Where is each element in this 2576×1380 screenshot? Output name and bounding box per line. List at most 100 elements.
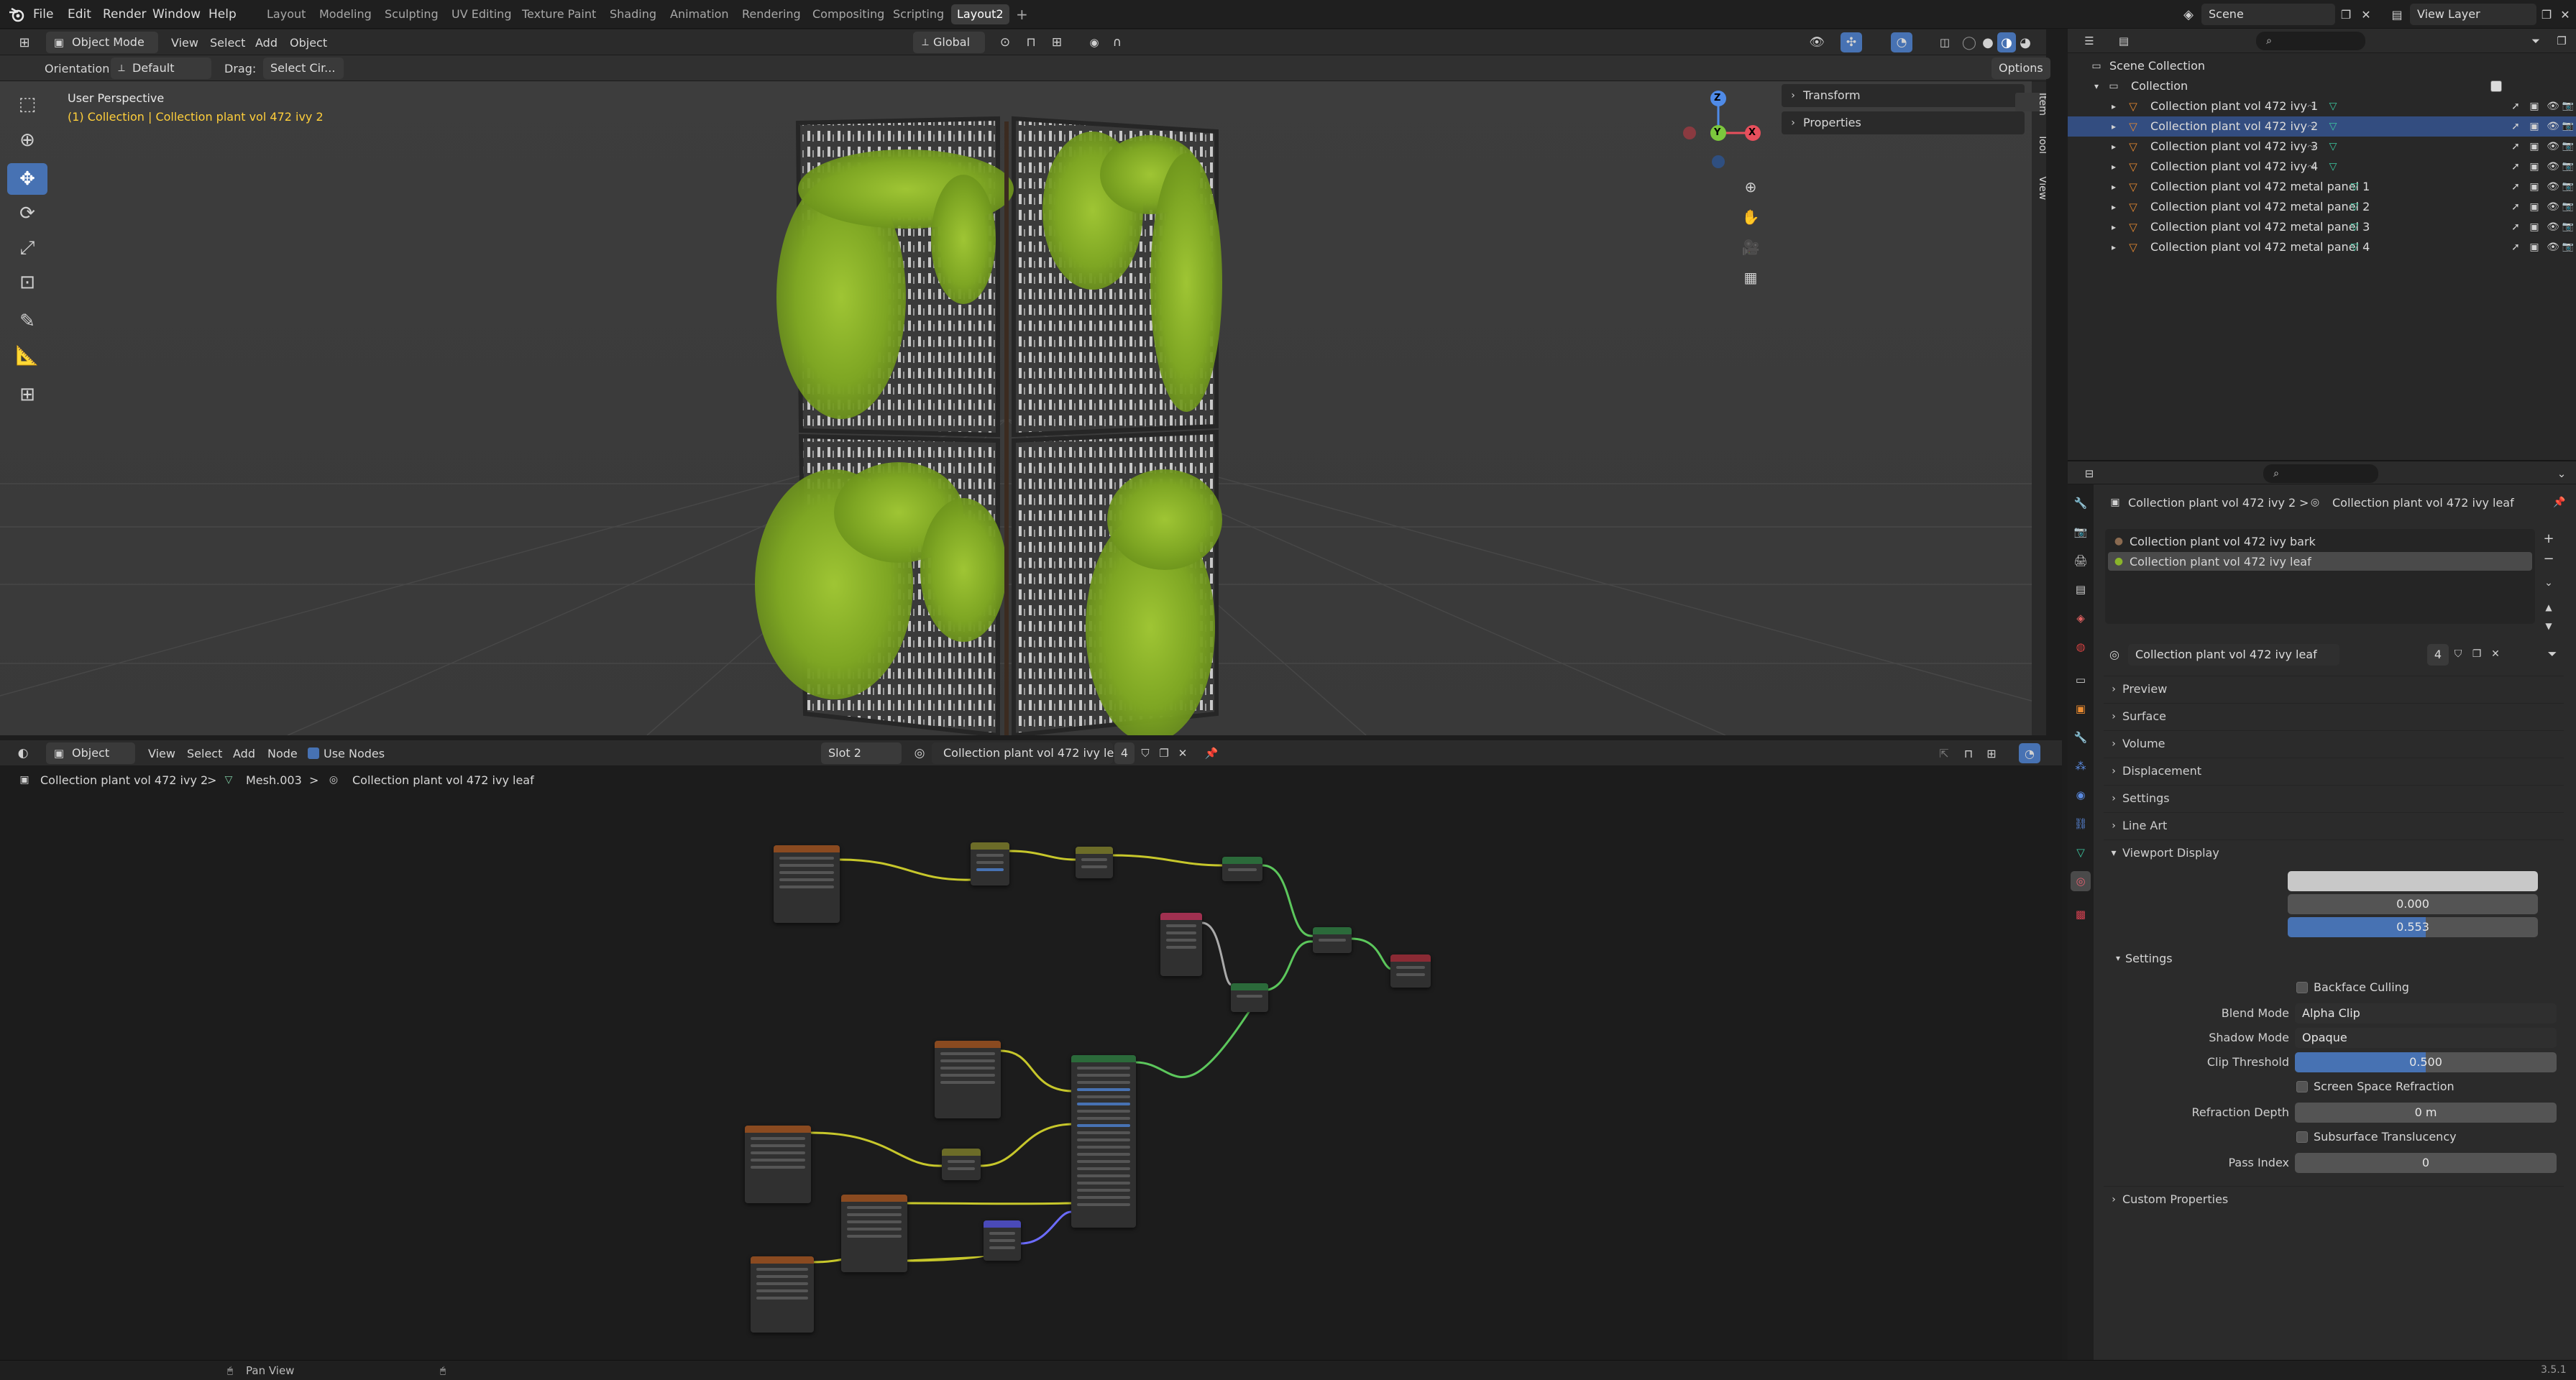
menu-window[interactable]: Window bbox=[152, 0, 201, 29]
panel-surface[interactable]: Surface › bbox=[2104, 703, 2564, 729]
material-slot-bark[interactable]: ● Collection plant vol 472 ivy bark bbox=[2108, 532, 2532, 551]
selectable-icon[interactable]: ➚ bbox=[2508, 158, 2524, 175]
physics-tab-icon[interactable]: ◉ bbox=[2071, 785, 2091, 805]
node-editor-canvas[interactable]: ▣ Collection plant vol 472 ivy 2 > ▽ Mes… bbox=[0, 766, 2062, 1360]
node-material-output[interactable] bbox=[1390, 954, 1431, 988]
camera-render-icon[interactable]: 📷 bbox=[2561, 198, 2575, 216]
editor-type-icon[interactable]: ⊞ bbox=[10, 32, 39, 53]
new-collection-icon[interactable]: ❐ bbox=[2551, 32, 2572, 50]
eye-icon[interactable]: 👁 bbox=[2545, 178, 2561, 196]
workspace-tab-texture-paint[interactable]: Texture Paint bbox=[516, 4, 602, 24]
chevron-right-icon[interactable]: ▸ bbox=[2108, 239, 2119, 256]
texture-tab-icon[interactable]: ▩ bbox=[2071, 904, 2091, 924]
shading-solid-icon[interactable]: ● bbox=[1979, 32, 1997, 52]
outliner-item[interactable]: ▸ ▽ Collection plant vol 472 metal panel 4… bbox=[2068, 237, 2576, 257]
outliner-collection[interactable]: ▾ ▭ Collection bbox=[2068, 76, 2576, 96]
panel-volume[interactable]: Volume › bbox=[2104, 730, 2564, 756]
camera-view-icon[interactable]: 🎥 bbox=[1738, 235, 1763, 259]
node-menu-add[interactable]: Add bbox=[233, 747, 255, 760]
duplicate-material-icon[interactable]: ❐ bbox=[1155, 743, 1173, 763]
collection-tab-icon[interactable]: ▭ bbox=[2071, 670, 2091, 690]
selectable-icon[interactable]: ➚ bbox=[2508, 138, 2524, 155]
transform-tool-button[interactable]: ⊡ bbox=[7, 267, 47, 298]
pan-hand-icon[interactable]: ✋ bbox=[1738, 205, 1763, 229]
world-tab-icon[interactable]: ◍ bbox=[2071, 637, 2091, 657]
viewport-menu-select[interactable]: Select bbox=[210, 36, 245, 50]
outliner-item[interactable]: ▸ ▽ Collection plant vol 472 metal panel 3… bbox=[2068, 217, 2576, 237]
fake-user-shield-icon[interactable]: ⛉ bbox=[1136, 743, 1155, 763]
hide-viewport-icon[interactable]: ▣ bbox=[2526, 138, 2542, 155]
workspace-tab-layout[interactable]: Layout bbox=[261, 4, 311, 24]
scale-tool-button[interactable]: ⤢ bbox=[7, 232, 47, 264]
refraction-depth-field[interactable]: 0 m bbox=[2295, 1103, 2557, 1123]
duplicate-material-icon[interactable]: ❐ bbox=[2467, 644, 2486, 664]
camera-render-icon[interactable]: 📷 bbox=[2561, 138, 2575, 155]
data-tab-icon[interactable]: ▽ bbox=[2071, 842, 2091, 862]
chevron-right-icon[interactable]: ▸ bbox=[2108, 218, 2119, 236]
material-slot-selector[interactable]: Slot 2 bbox=[821, 742, 902, 764]
annotate-tool-button[interactable]: ✎ bbox=[7, 305, 47, 337]
node-overlays-icon[interactable]: ◔ bbox=[2019, 743, 2040, 763]
hide-viewport-icon[interactable]: ▣ bbox=[2526, 178, 2542, 196]
clip-threshold-slider[interactable]: 0.500 bbox=[2295, 1052, 2557, 1072]
node-converter-1[interactable] bbox=[1222, 857, 1262, 881]
eye-icon[interactable]: 👁 bbox=[2545, 239, 2561, 256]
outliner-scene-collection[interactable]: ▭ Scene Collection bbox=[2068, 56, 2576, 76]
material-datablock-users[interactable]: 4 bbox=[2427, 644, 2449, 666]
options-button[interactable]: Options bbox=[1991, 58, 2050, 79]
npanel-tab-view[interactable]: View bbox=[2015, 176, 2046, 200]
select-tool-button[interactable]: ⬚ bbox=[7, 88, 47, 120]
chevron-right-icon[interactable]: ▸ bbox=[2108, 158, 2119, 175]
pin-icon[interactable]: 📌 bbox=[1202, 743, 1221, 763]
snapping-icon[interactable]: ⊓ bbox=[1958, 743, 1979, 763]
shading-material-icon[interactable]: ◑ bbox=[1997, 32, 2016, 52]
camera-render-icon[interactable]: 📷 bbox=[2561, 98, 2575, 115]
shading-wireframe-icon[interactable]: ◯ bbox=[1960, 32, 1979, 52]
scene-icon[interactable]: ◈ bbox=[2178, 4, 2199, 24]
selectable-icon[interactable]: ➚ bbox=[2508, 198, 2524, 216]
tool-tab-icon[interactable]: 🔧 bbox=[2071, 493, 2091, 513]
snap-icon[interactable]: ⊓ bbox=[1021, 32, 1041, 52]
node-mapping-1[interactable] bbox=[971, 842, 1009, 886]
npanel-tab-item[interactable]: Item bbox=[2015, 93, 2046, 116]
settings-subpanel[interactable]: Settings bbox=[2125, 952, 2173, 965]
pass-index-field[interactable]: 0 bbox=[2295, 1153, 2557, 1173]
filter-icon[interactable]: ⏷ bbox=[2525, 32, 2547, 50]
menu-file[interactable]: File bbox=[33, 0, 53, 29]
new-scene-icon[interactable]: ❐ bbox=[2337, 4, 2355, 24]
object-tab-icon[interactable]: ▣ bbox=[2071, 699, 2091, 719]
shading-rendered-icon[interactable]: ◕ bbox=[2016, 32, 2035, 52]
scene-tab-icon[interactable]: ◈ bbox=[2071, 608, 2091, 628]
hide-viewport-icon[interactable]: ▣ bbox=[2526, 239, 2542, 256]
camera-render-icon[interactable]: 📷 bbox=[2561, 158, 2575, 175]
add-cube-tool-button[interactable]: ⊞ bbox=[7, 379, 47, 410]
view-layer-icon[interactable]: ▤ bbox=[2387, 4, 2407, 24]
material-name-field[interactable]: Collection plant vol 472 ivy leaf bbox=[932, 742, 1125, 764]
add-workspace-button[interactable]: + bbox=[1010, 4, 1034, 24]
remove-slot-icon[interactable]: − bbox=[2539, 549, 2558, 568]
zoom-icon[interactable]: ⊕ bbox=[1738, 175, 1763, 199]
screen-space-refraction-checkbox[interactable] bbox=[2296, 1081, 2308, 1092]
selectable-icon[interactable]: ➚ bbox=[2508, 178, 2524, 196]
backface-culling-checkbox[interactable] bbox=[2296, 982, 2308, 993]
node-texture-1[interactable] bbox=[774, 845, 840, 923]
chevron-right-icon[interactable]: ▸ bbox=[2108, 198, 2119, 216]
cursor-tool-button[interactable]: ⊕ bbox=[7, 124, 47, 156]
move-tool-button[interactable]: ✥ bbox=[7, 163, 47, 195]
camera-render-icon[interactable]: 📷 bbox=[2561, 218, 2575, 236]
npanel-tab-tool[interactable]: Tool bbox=[2015, 134, 2046, 154]
move-slot-up-icon[interactable]: ▲ bbox=[2539, 598, 2558, 617]
delete-view-layer-icon[interactable]: ✕ bbox=[2557, 4, 2574, 24]
shadow-mode-dropdown[interactable]: Opaque bbox=[2295, 1028, 2557, 1048]
unlink-material-icon[interactable]: ✕ bbox=[2486, 644, 2505, 664]
panel-preview[interactable]: Preview › bbox=[2104, 676, 2564, 702]
falloff-icon[interactable]: ∩ bbox=[1107, 32, 1127, 52]
add-slot-icon[interactable]: + bbox=[2539, 529, 2558, 548]
node-menu-node[interactable]: Node bbox=[267, 747, 298, 760]
measure-tool-button[interactable]: 📐 bbox=[7, 340, 47, 372]
chevron-right-icon[interactable]: ▸ bbox=[2108, 98, 2119, 115]
selectable-icon[interactable]: ➚ bbox=[2508, 98, 2524, 115]
outliner-item[interactable]: ▸ ▽ Collection plant vol 472 ivy 2 ⤳ ▽ ➚ ▣ 👁 📷 bbox=[2068, 116, 2576, 137]
workspace-tab-uv-editing[interactable]: UV Editing bbox=[446, 4, 517, 24]
3d-viewport[interactable]: User Perspective (1) Collection | Collec… bbox=[0, 81, 2046, 735]
